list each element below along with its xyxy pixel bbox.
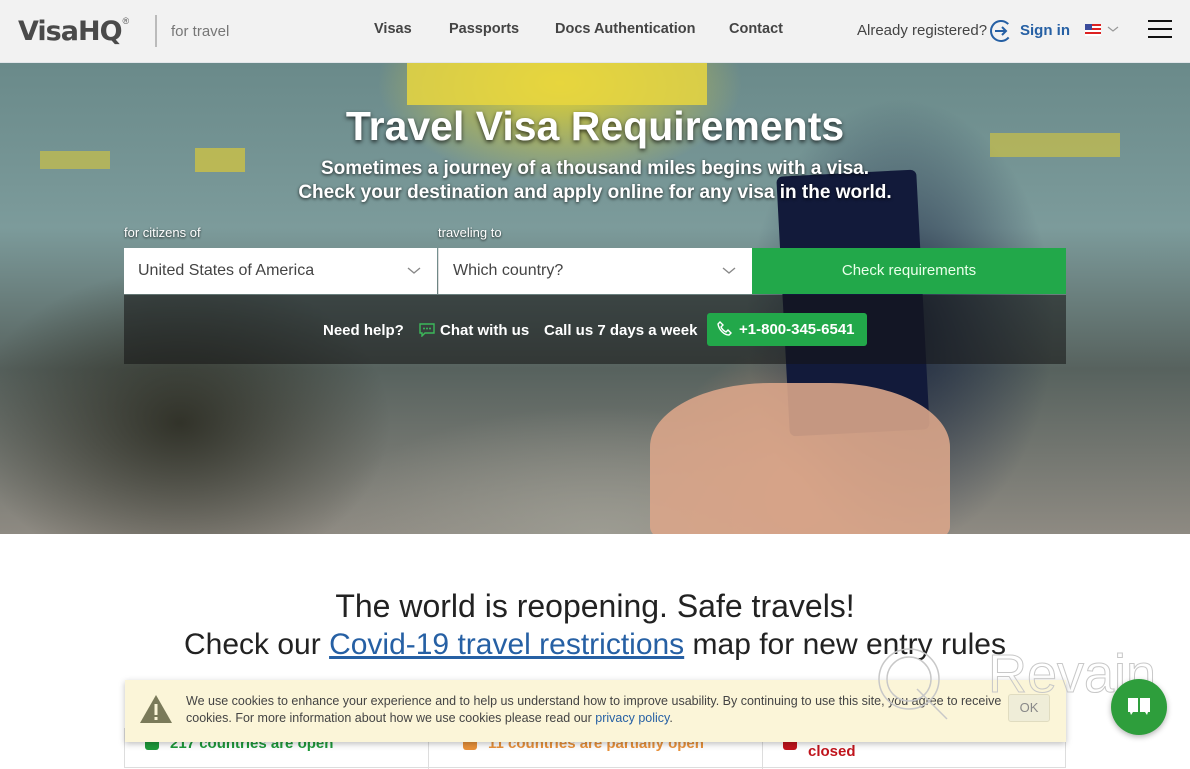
traveling-label: traveling to — [438, 225, 502, 240]
cookie-text-end: . — [669, 711, 673, 725]
warning-icon — [140, 695, 172, 723]
chat-with-us-link[interactable]: Chat with us — [440, 322, 529, 339]
hero-title: Travel Visa Requirements — [345, 103, 845, 149]
nav-docs-authentication[interactable]: Docs Authentication — [555, 21, 695, 37]
background-sign — [407, 63, 707, 105]
call-us-text: Call us 7 days a week — [544, 322, 698, 339]
hero-subtitle-2: Check your destination and apply online … — [298, 182, 892, 203]
phone-button[interactable]: +1-800-345-6541 — [707, 313, 867, 346]
need-help-text: Need help? — [323, 322, 404, 339]
logo-divider — [155, 15, 157, 47]
chevron-down-icon[interactable] — [1107, 24, 1119, 34]
menu-icon[interactable] — [1148, 20, 1172, 40]
cookie-banner: We use cookies to enhance your experienc… — [125, 680, 1066, 742]
destination-placeholder: Which country? — [453, 262, 564, 279]
chevron-down-icon — [407, 267, 421, 274]
tagline: for travel — [171, 23, 230, 40]
hand-image — [650, 383, 950, 534]
cookie-ok-button[interactable]: OK — [1008, 694, 1050, 722]
citizens-label: for citizens of — [124, 225, 201, 240]
covid-check-line: Check our Covid-19 travel restrictions m… — [0, 628, 1190, 662]
already-registered-text: Already registered? — [857, 22, 988, 39]
nav-visas[interactable]: Visas — [374, 21, 412, 37]
visahq-logo[interactable]: VisaHQ ® — [18, 12, 129, 50]
nav-contact[interactable]: Contact — [729, 21, 783, 37]
phone-icon — [717, 321, 732, 336]
help-bar: Need help? Chat with us Call us 7 days a… — [124, 295, 1066, 364]
chat-icon[interactable] — [419, 323, 435, 337]
sign-in-link[interactable]: Sign in — [1020, 22, 1070, 39]
privacy-policy-link[interactable]: privacy policy — [595, 711, 669, 725]
registered-mark: ® — [122, 16, 130, 26]
hero-subtitle-1: Sometimes a journey of a thousand miles … — [321, 158, 869, 179]
covid-suffix: map for new entry rules — [692, 628, 1006, 661]
covid-prefix: Check our — [183, 628, 321, 661]
destination-select[interactable]: Which country? — [438, 248, 752, 294]
hero-section: Travel Visa Requirements Sometimes a jou… — [0, 63, 1190, 534]
covid-restrictions-link[interactable]: Covid-19 travel restrictions — [329, 628, 684, 661]
chat-bubble-icon — [1128, 698, 1150, 715]
citizenship-select[interactable]: United States of America — [124, 248, 437, 294]
reopening-headline: The world is reopening. Safe travels! — [335, 588, 855, 624]
check-requirements-button[interactable]: Check requirements — [752, 248, 1066, 294]
site-header: VisaHQ ® for travel Visas Passports Docs… — [0, 0, 1190, 63]
sign-in-icon[interactable] — [989, 19, 1013, 43]
logo-text: VisaHQ — [18, 15, 123, 47]
nav-passports[interactable]: Passports — [449, 21, 519, 37]
closed-label: closed — [808, 743, 856, 760]
chevron-down-icon — [722, 267, 736, 274]
live-chat-button[interactable] — [1111, 679, 1167, 735]
cookie-message: We use cookies to enhance your experienc… — [186, 693, 1006, 727]
us-flag-icon[interactable] — [1085, 24, 1101, 36]
cookie-text: We use cookies to enhance your experienc… — [186, 694, 1002, 725]
phone-number: +1-800-345-6541 — [739, 321, 855, 338]
citizenship-value: United States of America — [138, 262, 315, 279]
